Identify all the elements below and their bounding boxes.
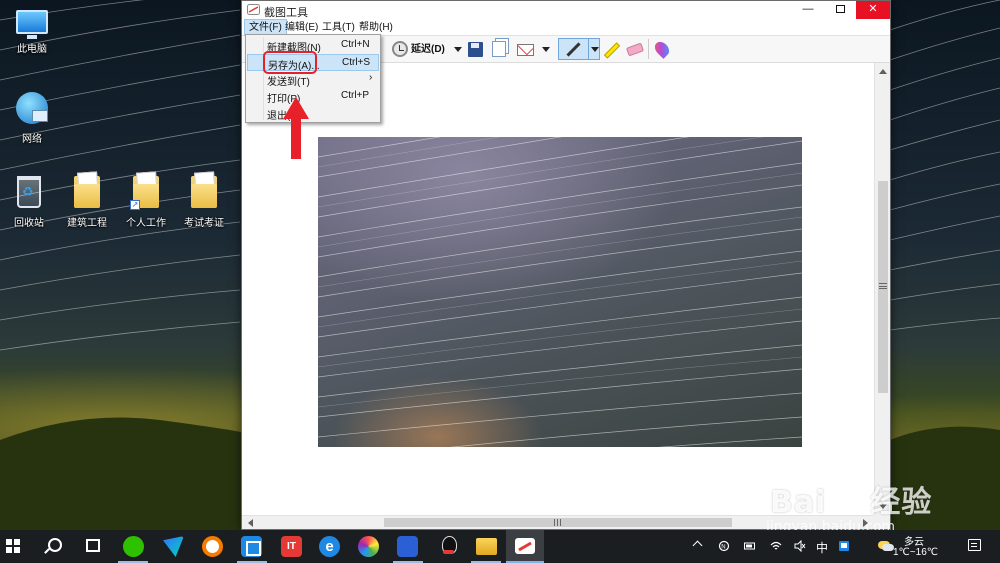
file-menu-dropdown: 新建截图(N) Ctrl+N 另存为(A)... Ctrl+S 发送到(T) ›… (245, 34, 381, 123)
desktop-icon-recycle-bin[interactable]: 回收站 (1, 176, 57, 229)
captured-image (318, 137, 802, 447)
tray-app-icon[interactable]: N (718, 540, 730, 552)
vertical-scrollbar[interactable] (874, 63, 890, 515)
baidu-icon[interactable] (397, 536, 418, 557)
feishu-icon[interactable] (163, 536, 184, 557)
scroll-left-arrow-icon[interactable] (248, 519, 253, 527)
snipping-tool-icon (247, 4, 260, 15)
pen-dropdown-arrow-icon[interactable] (591, 47, 599, 52)
minimize-icon: — (802, 3, 814, 15)
it-icon[interactable]: IT (281, 536, 302, 557)
eraser-icon[interactable] (625, 42, 645, 57)
baidu-jingyan-watermark: Bai 经验 jingyan.baidu.com (762, 455, 962, 540)
copy-icon[interactable] (492, 41, 506, 57)
desktop-icon-label: 回收站 (14, 218, 44, 229)
app-grid-icon[interactable] (241, 536, 262, 557)
close-icon: ✕ (868, 3, 878, 15)
send-dropdown-arrow-icon[interactable] (542, 47, 550, 52)
red-arrow-icon (283, 97, 309, 159)
desktop-icon-folder-construction[interactable]: 建筑工程 (59, 176, 115, 229)
wifi-icon[interactable] (770, 540, 782, 552)
weather-cloudy-icon[interactable] (878, 541, 894, 551)
wechat-icon[interactable] (123, 536, 144, 557)
scroll-grip-icon (554, 519, 561, 526)
delay-dropdown-arrow-icon[interactable] (454, 47, 462, 52)
save-icon[interactable] (468, 42, 483, 57)
menu-item-exit[interactable]: 退出(X) (247, 105, 379, 122)
pen-icon (566, 42, 581, 57)
menu-item-shortcut: Ctrl+S (342, 57, 371, 68)
menu-item-shortcut: Ctrl+P (341, 90, 370, 101)
battery-icon[interactable] (744, 540, 756, 552)
task-view-icon[interactable] (86, 539, 100, 552)
svg-text:N: N (721, 545, 725, 551)
desktop-icon-label: 个人工作 (126, 218, 166, 229)
desktop-icon-label: 网络 (22, 134, 42, 145)
highlight-annotation-box (263, 51, 317, 74)
taskbar: IT e N 中 多云 1℃~16℃ (0, 530, 1000, 563)
snip-canvas[interactable] (242, 63, 874, 515)
menu-item-shortcut: Ctrl+N (341, 39, 370, 50)
maximize-icon (835, 5, 845, 13)
desktop-icon-this-pc[interactable]: 此电脑 (4, 6, 60, 55)
menu-item-print[interactable]: 打印(P) Ctrl+P (247, 88, 379, 105)
pen-split-divider (588, 39, 589, 59)
clock-icon[interactable] (392, 41, 408, 57)
ime-toolbar-icon[interactable] (838, 540, 850, 552)
weather-temperature[interactable]: 1℃~16℃ (893, 547, 938, 558)
computer-icon (16, 10, 48, 39)
maximize-button[interactable] (824, 1, 856, 19)
watermark-brand: Bai 经验 (770, 485, 933, 520)
star-trail-photo (318, 137, 802, 447)
desktop-icon-folder-exams[interactable]: 考试考证 (176, 176, 232, 229)
snipping-tool-icon[interactable] (515, 538, 535, 554)
folder-icon (74, 176, 100, 208)
minimize-button[interactable]: — (792, 1, 824, 19)
window-title: 截图工具 (264, 7, 308, 19)
pen-button[interactable] (558, 38, 600, 60)
delay-button[interactable]: 延迟(D) (411, 40, 445, 59)
qq-icon[interactable] (438, 536, 459, 557)
send-snip-icon[interactable] (517, 44, 534, 56)
recycle-bin-icon (17, 176, 41, 208)
submenu-arrow-icon: › (369, 72, 373, 83)
desktop-icon-network[interactable]: 网络 (4, 92, 60, 145)
paint3d-icon[interactable] (652, 39, 672, 59)
desktop-icon-folder-personal-work[interactable]: ↗ 个人工作 (118, 176, 174, 229)
menu-item-label: 发送到(T) (267, 77, 310, 88)
toolbar-divider (648, 39, 649, 59)
ohayo-icon[interactable] (202, 536, 223, 557)
folder-shortcut-icon: ↗ (130, 176, 159, 210)
folder-icon (191, 176, 217, 208)
input-method-indicator[interactable]: 中 (816, 539, 828, 556)
scroll-grip-icon (879, 283, 887, 289)
scroll-up-arrow-icon[interactable] (879, 69, 887, 74)
notification-center-icon[interactable] (968, 539, 981, 551)
desktop-icon-label: 建筑工程 (67, 218, 107, 229)
highlighter-icon[interactable] (603, 42, 621, 59)
search-icon[interactable] (48, 538, 62, 552)
title-bar[interactable]: 截图工具 — ✕ (242, 1, 890, 19)
photos-icon[interactable] (358, 536, 379, 557)
desktop-icon-label: 考试考证 (184, 218, 224, 229)
close-button[interactable]: ✕ (856, 1, 890, 19)
weather-condition[interactable]: 多云 (904, 533, 924, 548)
ie-icon[interactable]: e (319, 536, 340, 557)
file-explorer-icon[interactable] (476, 538, 497, 555)
show-hidden-icons-chevron-icon[interactable] (692, 540, 703, 551)
windows-start-icon[interactable] (6, 539, 20, 553)
volume-muted-icon[interactable] (794, 540, 806, 552)
network-icon (16, 92, 48, 124)
desktop-icon-label: 此电脑 (17, 44, 47, 55)
